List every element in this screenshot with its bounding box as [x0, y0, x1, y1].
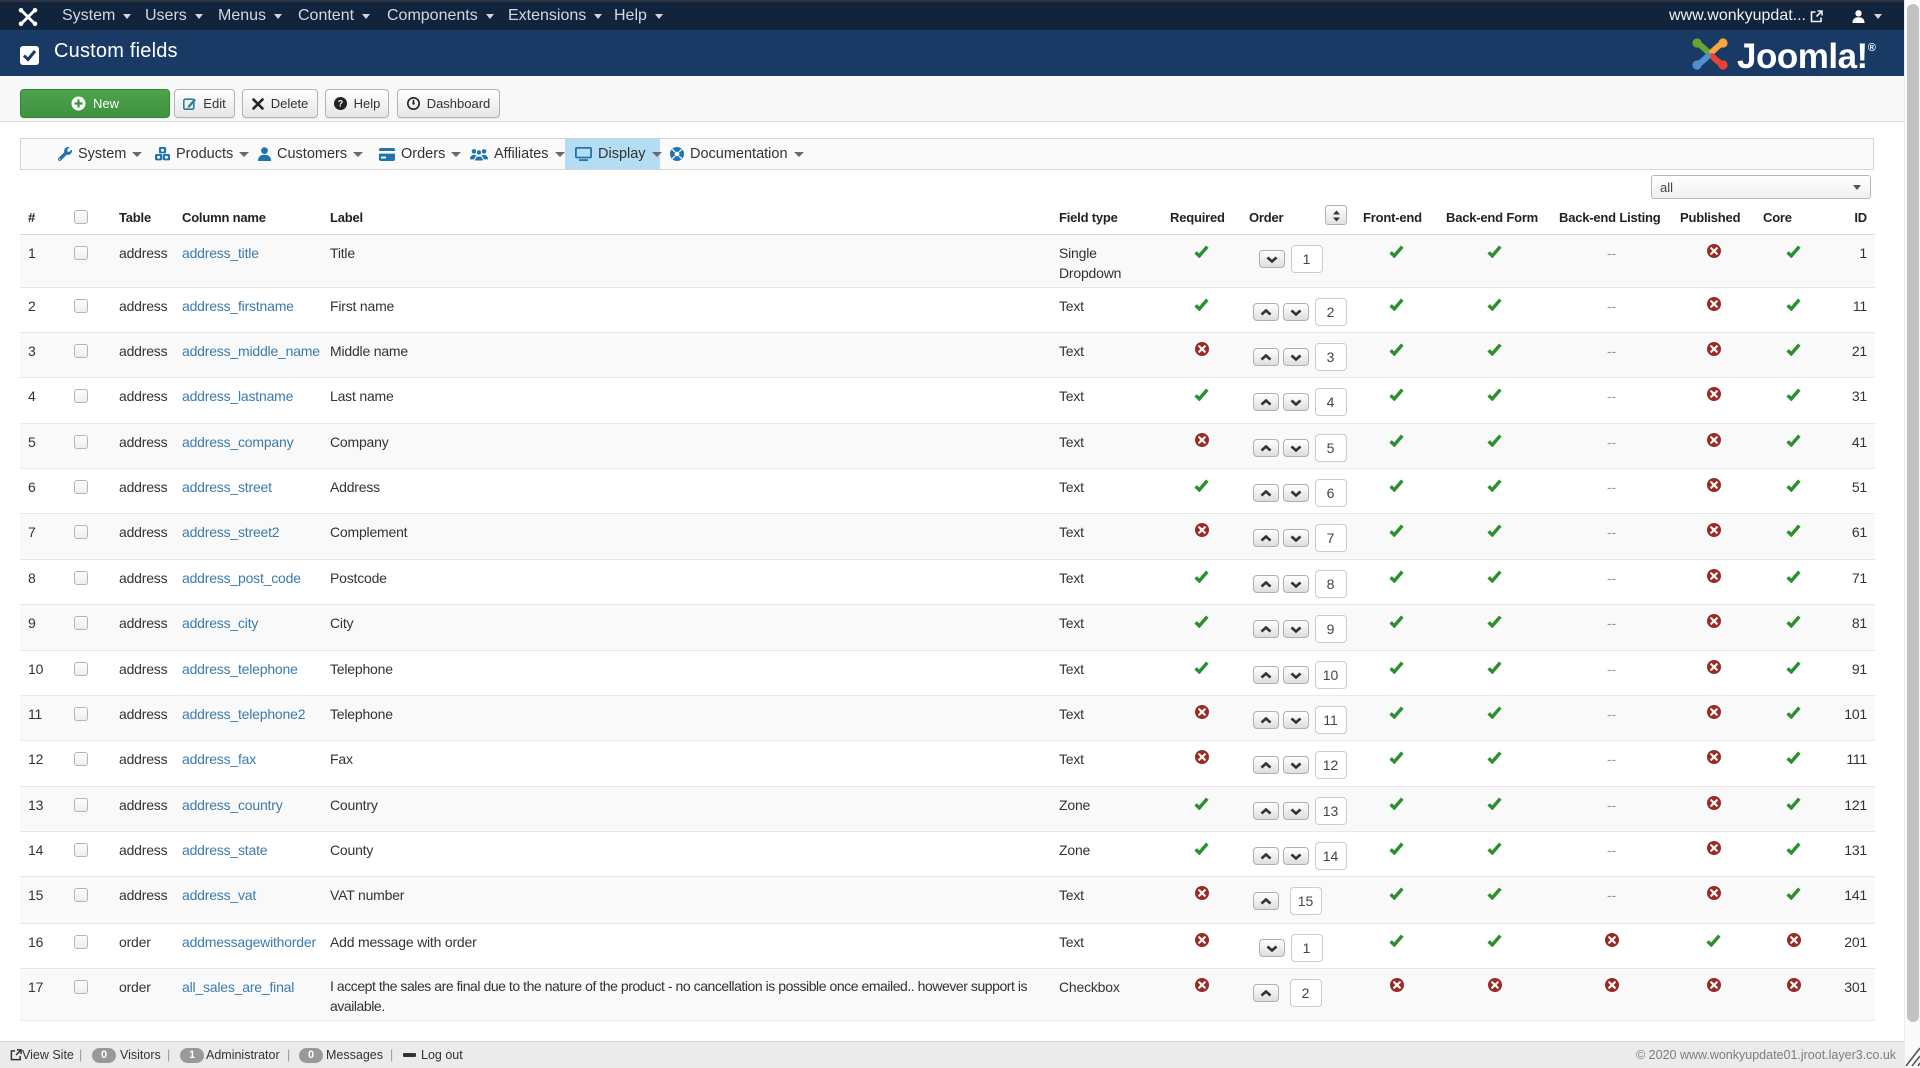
svg-text:?: ?	[337, 99, 343, 109]
